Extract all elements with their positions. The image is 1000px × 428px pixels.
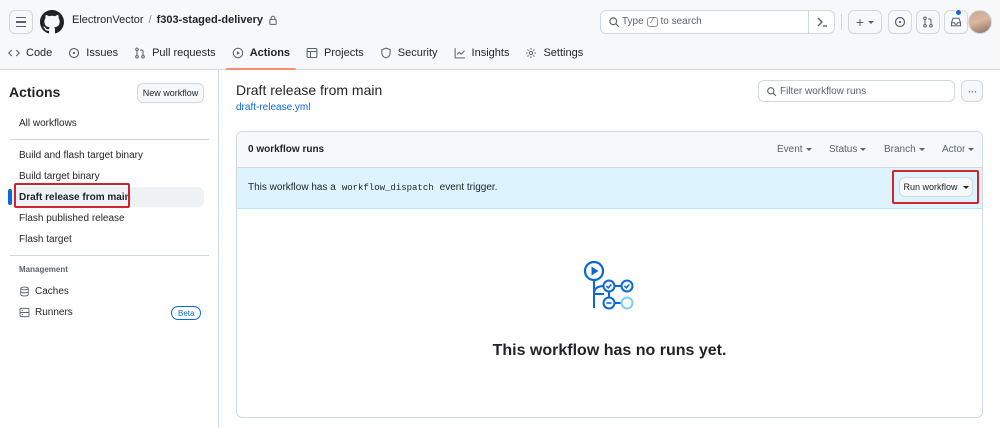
repo-nav: Code Issues Pull requests Actions Projec… xyxy=(0,40,591,70)
runs-header: 0 workflow runs Event Status Branch Acto… xyxy=(237,132,982,168)
lock-icon xyxy=(269,15,277,25)
search-suffix: to search xyxy=(660,16,702,27)
tab-projects[interactable]: Projects xyxy=(298,40,372,66)
sidebar-title: Actions xyxy=(9,84,61,100)
tab-label: Actions xyxy=(249,47,291,59)
workflow-illustration-icon xyxy=(583,260,634,310)
filter-workflow-runs-input[interactable]: Filter workflow runs xyxy=(758,80,955,102)
avatar[interactable] xyxy=(968,10,992,34)
sidebar-workflow-item[interactable]: Flash target xyxy=(10,229,204,249)
server-icon xyxy=(19,307,30,318)
chevron-down-icon xyxy=(868,20,875,24)
sidebar-workflow-item[interactable]: Flash published release xyxy=(10,208,204,228)
page-title: Draft release from main xyxy=(236,82,383,98)
issue-icon xyxy=(69,47,80,59)
sidebar-divider xyxy=(10,139,209,140)
search-placeholder: Type / to search xyxy=(622,16,702,27)
highlight-box-run-workflow xyxy=(892,170,979,204)
chevron-down-icon xyxy=(968,148,975,151)
table-icon xyxy=(306,47,318,59)
runs-count: 0 workflow runs xyxy=(248,144,325,155)
notification-dot xyxy=(955,9,962,16)
sidebar-item-all-workflows[interactable]: All workflows xyxy=(10,113,204,133)
tab-label: Security xyxy=(397,47,438,59)
trigger-suffix: event trigger. xyxy=(439,182,498,193)
gear-icon xyxy=(526,48,537,58)
tab-security[interactable]: Security xyxy=(372,40,446,66)
repo-link[interactable]: f303-staged-delivery xyxy=(157,14,263,26)
tab-code[interactable]: Code xyxy=(0,40,60,66)
tab-label: Settings xyxy=(543,47,584,59)
pull-request-icon xyxy=(923,16,933,28)
status-filter[interactable]: Status xyxy=(829,144,867,155)
caches-label: Caches xyxy=(35,286,69,297)
tab-issues[interactable]: Issues xyxy=(60,40,126,66)
tab-settings[interactable]: Settings xyxy=(517,40,591,66)
play-icon xyxy=(232,47,243,59)
search-icon xyxy=(767,87,777,97)
app-header: ElectronVector / f303-staged-delivery Ty… xyxy=(0,0,1000,70)
owner-link[interactable]: ElectronVector xyxy=(72,14,144,26)
breadcrumb-separator: / xyxy=(148,14,152,26)
code-icon xyxy=(8,49,20,57)
tab-label: Projects xyxy=(324,47,364,59)
tab-label: Issues xyxy=(86,47,119,59)
workflow-file-link[interactable]: draft-release.yml xyxy=(236,102,310,113)
dispatch-trigger-banner: This workflow has a workflow_dispatch ev… xyxy=(237,168,982,209)
tab-insights[interactable]: Insights xyxy=(446,40,518,66)
empty-state-message: This workflow has no runs yet. xyxy=(492,342,727,359)
workflow-runs-box: 0 workflow runs Event Status Branch Acto… xyxy=(236,131,983,418)
search-prefix: Type xyxy=(622,16,644,27)
global-search-input[interactable]: Type / to search xyxy=(600,10,835,34)
filter-label: Actor xyxy=(942,144,966,155)
trigger-code: workflow_dispatch xyxy=(341,182,434,193)
tab-label: Insights xyxy=(471,47,510,59)
tab-label: Code xyxy=(26,47,53,59)
pull-request-icon xyxy=(135,47,145,59)
create-new-button[interactable]: + xyxy=(848,10,882,34)
tab-actions[interactable]: Actions xyxy=(224,40,298,70)
more-options-button[interactable]: ··· xyxy=(961,80,983,102)
chevron-down-icon xyxy=(918,148,925,151)
sidebar-workflow-item[interactable]: Build and flash target binary xyxy=(10,145,204,165)
sidebar-item-caches[interactable]: Caches xyxy=(19,286,69,297)
event-filter[interactable]: Event xyxy=(777,144,812,155)
database-icon xyxy=(20,286,29,297)
chevron-down-icon xyxy=(860,148,867,151)
trigger-text: This workflow has a workflow_dispatch ev… xyxy=(248,182,497,193)
shield-icon xyxy=(381,47,391,59)
github-logo-icon[interactable] xyxy=(40,10,64,34)
chevron-down-icon xyxy=(805,148,812,151)
filter-placeholder: Filter workflow runs xyxy=(780,86,867,97)
filter-label: Branch xyxy=(884,144,916,155)
inbox-icon xyxy=(950,17,962,27)
graph-icon xyxy=(454,48,465,59)
search-icon xyxy=(609,17,620,28)
breadcrumb: ElectronVector / f303-staged-delivery xyxy=(72,14,278,26)
filter-label: Status xyxy=(829,144,858,155)
tab-label: Pull requests xyxy=(152,47,216,59)
plus-icon: + xyxy=(855,14,865,30)
search-shortcut-key: / xyxy=(646,16,658,27)
actions-sidebar: Actions New workflow All workflows Build… xyxy=(0,70,219,428)
filter-label: Event xyxy=(777,144,803,155)
sidebar-item-runners[interactable]: Runners xyxy=(19,307,73,318)
sidebar-divider xyxy=(10,255,209,256)
pull-requests-button[interactable] xyxy=(916,10,940,34)
actor-filter[interactable]: Actor xyxy=(942,144,975,155)
trigger-prefix: This workflow has a xyxy=(248,182,336,193)
tab-pull-requests[interactable]: Pull requests xyxy=(126,40,224,66)
branch-filter[interactable]: Branch xyxy=(884,144,925,155)
issues-button[interactable] xyxy=(888,10,912,34)
management-heading: Management xyxy=(19,265,68,274)
beta-badge: Beta xyxy=(171,306,202,320)
header-divider xyxy=(841,14,842,30)
runners-label: Runners xyxy=(35,307,73,318)
highlight-box-selected-workflow xyxy=(14,183,130,208)
command-palette-icon[interactable] xyxy=(809,10,835,34)
issue-icon xyxy=(894,16,906,28)
menu-button[interactable] xyxy=(9,10,33,34)
new-workflow-button[interactable]: New workflow xyxy=(137,83,204,103)
